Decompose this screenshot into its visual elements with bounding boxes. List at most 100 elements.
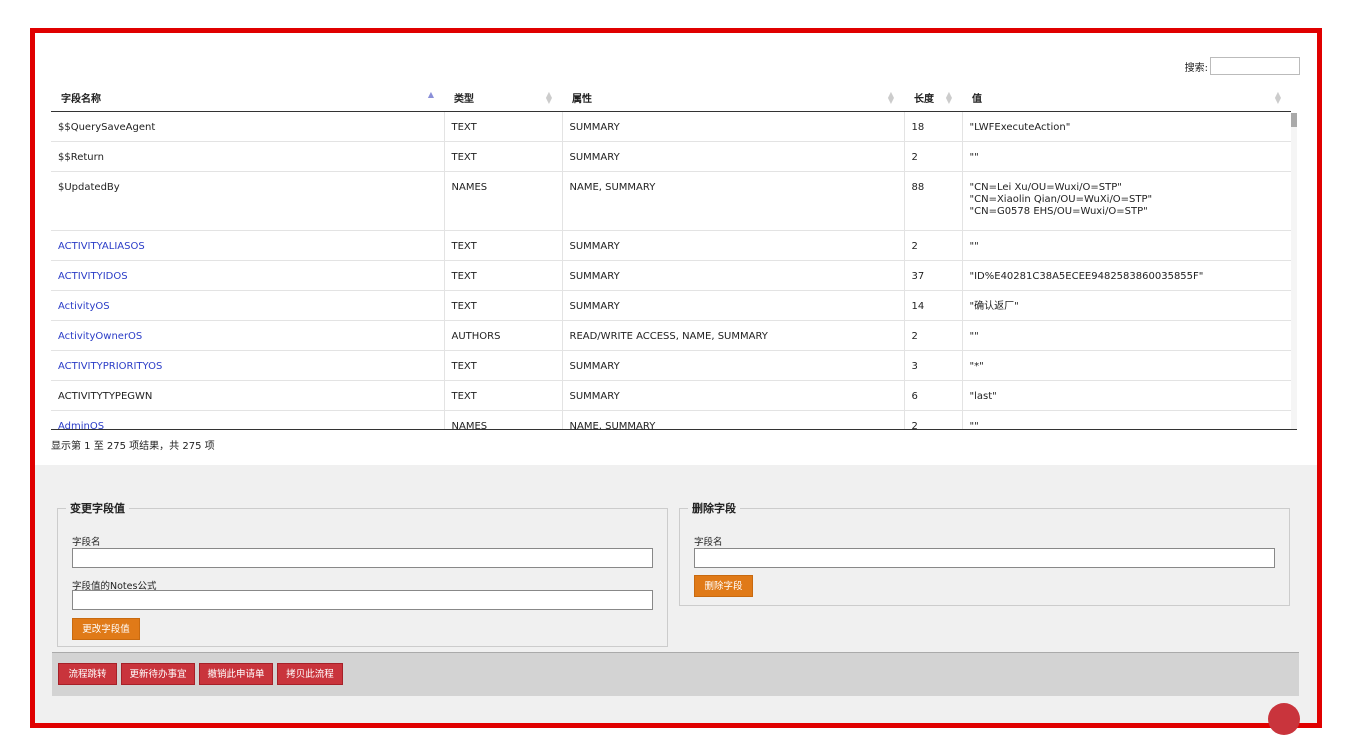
table-cell: TEXT bbox=[443, 350, 562, 381]
field-attribute-cell: SUMMARY bbox=[569, 301, 620, 312]
change-field-name-input[interactable] bbox=[72, 548, 653, 568]
table-cell: SUMMARY bbox=[561, 230, 904, 261]
field-value-line: "" bbox=[969, 241, 979, 252]
main-frame: 搜索: 字段名称 ▲ 类型 ▲ ▼ 属性 ▲ ▼ 长度 ▲ ▼ 值 ▲ ▼ $$QuerySa bbox=[30, 28, 1322, 728]
table-cell: SUMMARY bbox=[561, 141, 904, 172]
table-cell: AdminOS bbox=[51, 410, 444, 429]
workflow-jump-button[interactable]: 流程跳转 bbox=[58, 663, 117, 685]
table-cell: TEXT bbox=[443, 290, 562, 321]
field-value-cell: "ID%E40281C38A5ECEE9482583860035855F" bbox=[961, 260, 1291, 291]
table-row: ActivityOwnerOS AUTHORS READ/WRITE ACCESS,… bbox=[51, 320, 1291, 351]
fields-table: 字段名称 ▲ 类型 ▲ ▼ 属性 ▲ ▼ 长度 ▲ ▼ 值 ▲ ▼ $$QuerySaveAgen… bbox=[51, 83, 1291, 430]
table-cell: NAMES bbox=[443, 410, 562, 429]
sort-icon: ▲ ▼ bbox=[545, 90, 552, 105]
scrollbar-thumb[interactable] bbox=[1291, 113, 1297, 127]
field-type-cell: TEXT bbox=[451, 241, 477, 252]
field-name-cell[interactable]: AdminOS bbox=[58, 421, 104, 429]
field-value-line: "CN=G0578 EHS/OU=Wuxi/O=STP" bbox=[969, 206, 1148, 217]
table-row: ACTIVITYALIASOS TEXT SUMMARY 2 "" bbox=[51, 230, 1291, 261]
table-cell: 2 bbox=[903, 320, 962, 351]
table-cell: 3 bbox=[903, 350, 962, 381]
field-length-cell: 88 bbox=[911, 182, 925, 193]
field-name-cell: $UpdatedBy bbox=[58, 182, 120, 193]
delete-field-name-input[interactable] bbox=[694, 548, 1275, 568]
table-cell: READ/WRITE ACCESS, NAME, SUMMARY bbox=[561, 320, 904, 351]
field-length-cell: 2 bbox=[911, 331, 918, 342]
table-row: ActivityOS TEXT SUMMARY 14 "确认返厂" bbox=[51, 290, 1291, 321]
field-value-cell: "CN=Lei Xu/OU=Wuxi/O=STP" "CN=Xiaolin Qia… bbox=[961, 171, 1291, 231]
change-field-name-label: 字段名 bbox=[72, 537, 101, 548]
cancel-request-button[interactable]: 撤销此申请单 bbox=[199, 663, 273, 685]
table-cell: ACTIVITYTYPEGWN bbox=[51, 380, 444, 411]
delete-field-legend: 删除字段 bbox=[692, 502, 736, 515]
header-value[interactable]: 值 ▲ ▼ bbox=[962, 83, 1291, 112]
table-cell: 2 bbox=[903, 410, 962, 429]
field-attribute-cell: SUMMARY bbox=[569, 152, 620, 163]
field-length-cell: 18 bbox=[911, 122, 925, 133]
table-cell: 18 bbox=[903, 111, 962, 142]
scroll-top-button[interactable] bbox=[1268, 703, 1300, 735]
change-field-button[interactable]: 更改字段值 bbox=[72, 618, 140, 640]
table-cell: SUMMARY bbox=[561, 111, 904, 142]
formula-input[interactable] bbox=[72, 590, 653, 610]
table-header-row: 字段名称 ▲ 类型 ▲ ▼ 属性 ▲ ▼ 长度 ▲ ▼ 值 ▲ ▼ bbox=[51, 83, 1291, 112]
field-name-cell: $$QuerySaveAgent bbox=[58, 122, 156, 133]
delete-field-button[interactable]: 删除字段 bbox=[694, 575, 753, 597]
table-cell: TEXT bbox=[443, 380, 562, 411]
field-value-line: "" bbox=[969, 421, 979, 430]
table-cell: AUTHORS bbox=[443, 320, 562, 351]
table-cell: SUMMARY bbox=[561, 260, 904, 291]
field-value-line: "CN=Lei Xu/OU=Wuxi/O=STP" bbox=[969, 182, 1122, 193]
table-cell: SUMMARY bbox=[561, 350, 904, 381]
field-attribute-cell: SUMMARY bbox=[569, 361, 620, 372]
field-value-line: "" bbox=[969, 152, 979, 163]
table-cell: TEXT bbox=[443, 111, 562, 142]
field-value-cell: "" bbox=[961, 141, 1291, 172]
field-name-cell: ACTIVITYTYPEGWN bbox=[58, 391, 153, 402]
table-cell: ActivityOwnerOS bbox=[51, 320, 444, 351]
delete-field-name-label: 字段名 bbox=[694, 537, 723, 548]
header-length[interactable]: 长度 ▲ ▼ bbox=[904, 83, 962, 112]
field-attribute-cell: SUMMARY bbox=[569, 122, 620, 133]
header-type[interactable]: 类型 ▲ ▼ bbox=[444, 83, 562, 112]
table-info: 显示第 1 至 275 项结果，共 275 项 bbox=[51, 441, 215, 452]
table-cell: NAMES bbox=[443, 171, 562, 231]
field-value-line: "LWFExecuteAction" bbox=[969, 122, 1071, 133]
field-length-cell: 6 bbox=[911, 391, 918, 402]
field-name-cell[interactable]: ActivityOS bbox=[58, 301, 110, 312]
table-cell: $$QuerySaveAgent bbox=[51, 111, 444, 142]
copy-workflow-button[interactable]: 拷贝此流程 bbox=[277, 663, 343, 685]
field-length-cell: 37 bbox=[911, 271, 925, 282]
table-row: $$QuerySaveAgent TEXT SUMMARY 18 "LWFExecute… bbox=[51, 111, 1291, 142]
update-todo-button[interactable]: 更新待办事宜 bbox=[121, 663, 195, 685]
search-box: 搜索: bbox=[1185, 57, 1300, 75]
search-input[interactable] bbox=[1210, 57, 1300, 75]
field-value-line: "*" bbox=[969, 361, 984, 372]
field-name-cell[interactable]: ACTIVITYALIASOS bbox=[58, 241, 145, 252]
field-value-line: "确认返厂" bbox=[969, 301, 1019, 312]
table-row: AdminOS NAMES NAME, SUMMARY 2 "" bbox=[51, 410, 1291, 430]
search-label: 搜索: bbox=[1184, 62, 1208, 74]
table-scrollbar[interactable] bbox=[1291, 113, 1297, 429]
table-cell: 2 bbox=[903, 141, 962, 172]
field-name-cell[interactable]: ACTIVITYIDOS bbox=[58, 271, 128, 282]
field-attribute-cell: SUMMARY bbox=[569, 241, 620, 252]
table-cell: TEXT bbox=[443, 230, 562, 261]
table-cell: $$Return bbox=[51, 141, 444, 172]
table-cell: SUMMARY bbox=[561, 290, 904, 321]
sort-icon: ▲ ▼ bbox=[887, 90, 894, 105]
field-value-cell: "" bbox=[961, 320, 1291, 351]
field-name-cell[interactable]: ActivityOwnerOS bbox=[58, 331, 142, 342]
fields-table-container: 字段名称 ▲ 类型 ▲ ▼ 属性 ▲ ▼ 长度 ▲ ▼ 值 ▲ ▼ $$QuerySaveAgen… bbox=[51, 83, 1297, 430]
header-field-name[interactable]: 字段名称 ▲ bbox=[51, 83, 444, 112]
field-value-cell: "" bbox=[961, 230, 1291, 261]
sort-icon: ▲ ▼ bbox=[945, 90, 952, 105]
table-cell: NAME, SUMMARY bbox=[561, 171, 904, 231]
table-cell: 14 bbox=[903, 290, 962, 321]
table-cell: 2 bbox=[903, 230, 962, 261]
header-attribute[interactable]: 属性 ▲ ▼ bbox=[562, 83, 904, 112]
field-name-cell[interactable]: ACTIVITYPRIORITYOS bbox=[58, 361, 162, 372]
field-type-cell: TEXT bbox=[451, 361, 477, 372]
field-name-cell: $$Return bbox=[58, 152, 104, 163]
field-type-cell: TEXT bbox=[451, 391, 477, 402]
